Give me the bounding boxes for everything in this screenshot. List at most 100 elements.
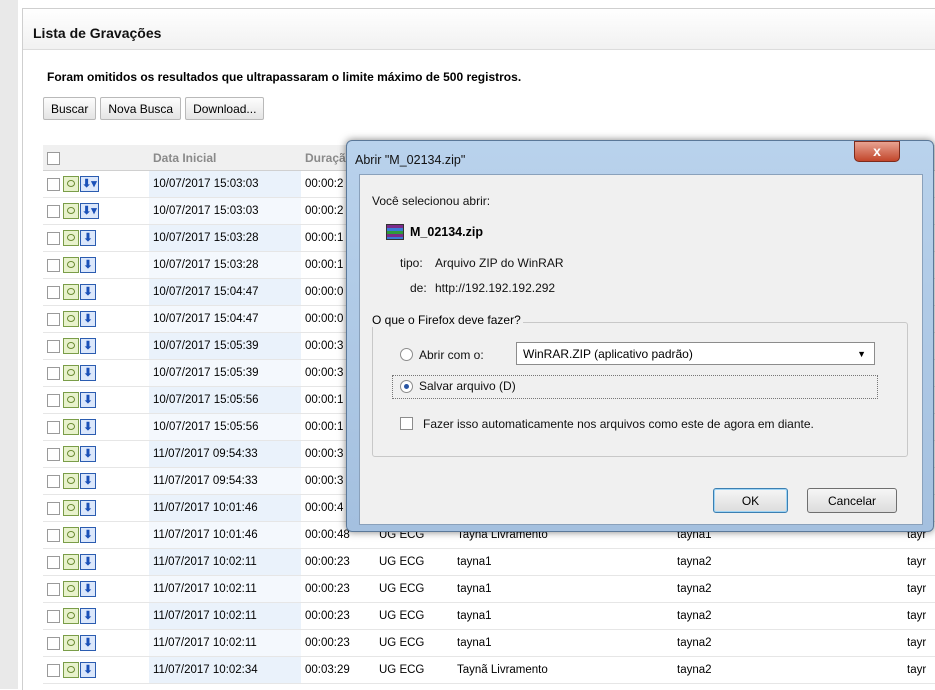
ok-button[interactable]: OK xyxy=(713,488,788,513)
play-recording-icon[interactable] xyxy=(63,581,79,597)
download-arrow-icon[interactable]: ⬇ xyxy=(80,473,96,489)
row-checkbox[interactable] xyxy=(47,582,60,596)
row-checkbox[interactable] xyxy=(47,447,60,461)
download-arrow-icon[interactable]: ⬇ xyxy=(80,419,96,435)
open-with-app-select[interactable]: WinRAR.ZIP (aplicativo padrão) ▼ xyxy=(516,342,875,365)
download-arrow-icon[interactable]: ⬇▾ xyxy=(80,176,99,192)
row-checkbox[interactable] xyxy=(47,366,60,380)
download-arrow-icon[interactable]: ⬇ xyxy=(80,554,96,570)
save-file-label[interactable]: Salvar arquivo (D) xyxy=(419,379,516,393)
download-arrow-icon[interactable]: ⬇ xyxy=(80,662,96,678)
play-recording-icon[interactable] xyxy=(63,203,79,219)
row-select-cell: ⬇ xyxy=(43,467,149,495)
play-recording-icon[interactable] xyxy=(63,284,79,300)
dialog-body: Você selecionou abrir: M_02134.zip tipo:… xyxy=(359,174,923,525)
row-checkbox[interactable] xyxy=(47,258,60,272)
row-checkbox[interactable] xyxy=(47,204,60,218)
row-checkbox[interactable] xyxy=(47,555,60,569)
row-checkbox[interactable] xyxy=(47,312,60,326)
download-arrow-icon[interactable]: ⬇ xyxy=(80,500,96,516)
auto-action-checkbox[interactable] xyxy=(400,417,413,430)
select-all-checkbox[interactable] xyxy=(47,151,60,165)
row-select-cell: ⬇ xyxy=(43,521,149,549)
play-recording-icon[interactable] xyxy=(63,176,79,192)
table-row[interactable]: ⬇ 11/07/2017 10:02:11 00:00:23 UG ECG tayna1… xyxy=(43,629,935,657)
play-recording-icon[interactable] xyxy=(63,230,79,246)
play-recording-icon[interactable] xyxy=(63,365,79,381)
row-checkbox[interactable] xyxy=(47,231,60,245)
row-checkbox[interactable] xyxy=(47,339,60,353)
download-arrow-icon[interactable]: ⬇ xyxy=(80,446,96,462)
row-select-cell: ⬇ xyxy=(43,575,149,603)
download-button[interactable]: Download... xyxy=(185,97,265,120)
open-with-radio[interactable] xyxy=(400,348,413,361)
download-arrow-icon[interactable]: ⬇ xyxy=(80,365,96,381)
file-name: M_02134.zip xyxy=(410,225,483,239)
play-recording-icon[interactable] xyxy=(63,257,79,273)
table-row[interactable]: ⬇ 11/07/2017 10:02:11 00:00:23 UG ECG tayna1… xyxy=(43,548,935,576)
row-checkbox[interactable] xyxy=(47,528,60,542)
cancel-button[interactable]: Cancelar xyxy=(807,488,897,513)
toolbar: Buscar Nova Busca Download... xyxy=(43,97,265,121)
row-select-cell: ⬇ xyxy=(43,440,149,468)
left-sidebar xyxy=(0,0,18,689)
play-recording-icon[interactable] xyxy=(63,608,79,624)
play-recording-icon[interactable] xyxy=(63,554,79,570)
download-arrow-icon[interactable]: ⬇ xyxy=(80,311,96,327)
play-recording-icon[interactable] xyxy=(63,473,79,489)
start-date-cell: 10/07/2017 15:03:03 xyxy=(149,197,301,225)
row-checkbox[interactable] xyxy=(47,501,60,515)
table-row[interactable]: ⬇ 11/07/2017 10:02:11 00:00:23 UG ECG tayna1… xyxy=(43,602,935,630)
row-actions: ⬇ xyxy=(63,554,96,570)
row-checkbox[interactable] xyxy=(47,420,60,434)
row-actions: ⬇ xyxy=(63,608,96,624)
row-checkbox[interactable] xyxy=(47,663,60,677)
play-recording-icon[interactable] xyxy=(63,527,79,543)
table-row[interactable]: ⬇ 11/07/2017 10:02:11 00:00:23 UG ECG tayna1… xyxy=(43,575,935,603)
row-actions: ⬇ xyxy=(63,365,96,381)
download-arrow-icon[interactable]: ⬇ xyxy=(80,581,96,597)
search-button[interactable]: Buscar xyxy=(43,97,97,120)
row-actions: ⬇ xyxy=(63,419,96,435)
header-start-date[interactable]: Data Inicial xyxy=(149,145,301,171)
dialog-intro: Você selecionou abrir: xyxy=(372,194,491,208)
play-recording-icon[interactable] xyxy=(63,419,79,435)
download-arrow-icon[interactable]: ⬇ xyxy=(80,230,96,246)
download-arrow-icon[interactable]: ⬇▾ xyxy=(80,203,99,219)
auto-action-label[interactable]: Fazer isso automaticamente nos arquivos … xyxy=(423,417,814,431)
row-checkbox[interactable] xyxy=(47,285,60,299)
play-recording-icon[interactable] xyxy=(63,662,79,678)
download-arrow-icon[interactable]: ⬇ xyxy=(80,392,96,408)
download-arrow-icon[interactable]: ⬇ xyxy=(80,284,96,300)
play-recording-icon[interactable] xyxy=(63,392,79,408)
download-arrow-icon[interactable]: ⬇ xyxy=(80,257,96,273)
row-checkbox[interactable] xyxy=(47,474,60,488)
download-arrow-icon[interactable]: ⬇ xyxy=(80,635,96,651)
name-cell: tayna1 xyxy=(453,602,673,630)
group-cell: UG ECG xyxy=(375,602,453,630)
row-select-cell: ⬇ xyxy=(43,224,149,252)
new-search-button[interactable]: Nova Busca xyxy=(100,97,182,120)
play-recording-icon[interactable] xyxy=(63,635,79,651)
user-cell: tayna2 xyxy=(673,629,903,657)
open-with-label[interactable]: Abrir com o: xyxy=(419,348,484,362)
row-actions: ⬇▾ xyxy=(63,203,99,219)
download-arrow-icon[interactable]: ⬇ xyxy=(80,608,96,624)
play-recording-icon[interactable] xyxy=(63,500,79,516)
save-file-radio[interactable] xyxy=(400,380,413,393)
group-cell: UG ECG xyxy=(375,629,453,657)
table-row[interactable]: ⬇ 11/07/2017 10:02:34 00:03:29 UG ECG Taynã … xyxy=(43,656,935,684)
row-checkbox[interactable] xyxy=(47,393,60,407)
row-checkbox[interactable] xyxy=(47,177,60,191)
start-date-cell: 10/07/2017 15:03:28 xyxy=(149,224,301,252)
download-arrow-icon[interactable]: ⬇ xyxy=(80,527,96,543)
play-recording-icon[interactable] xyxy=(63,311,79,327)
play-recording-icon[interactable] xyxy=(63,446,79,462)
duration-cell: 00:00:23 xyxy=(301,629,375,657)
row-checkbox[interactable] xyxy=(47,636,60,650)
dialog-close-button[interactable]: x xyxy=(854,141,900,162)
play-recording-icon[interactable] xyxy=(63,338,79,354)
row-actions: ⬇ xyxy=(63,311,96,327)
row-checkbox[interactable] xyxy=(47,609,60,623)
download-arrow-icon[interactable]: ⬇ xyxy=(80,338,96,354)
